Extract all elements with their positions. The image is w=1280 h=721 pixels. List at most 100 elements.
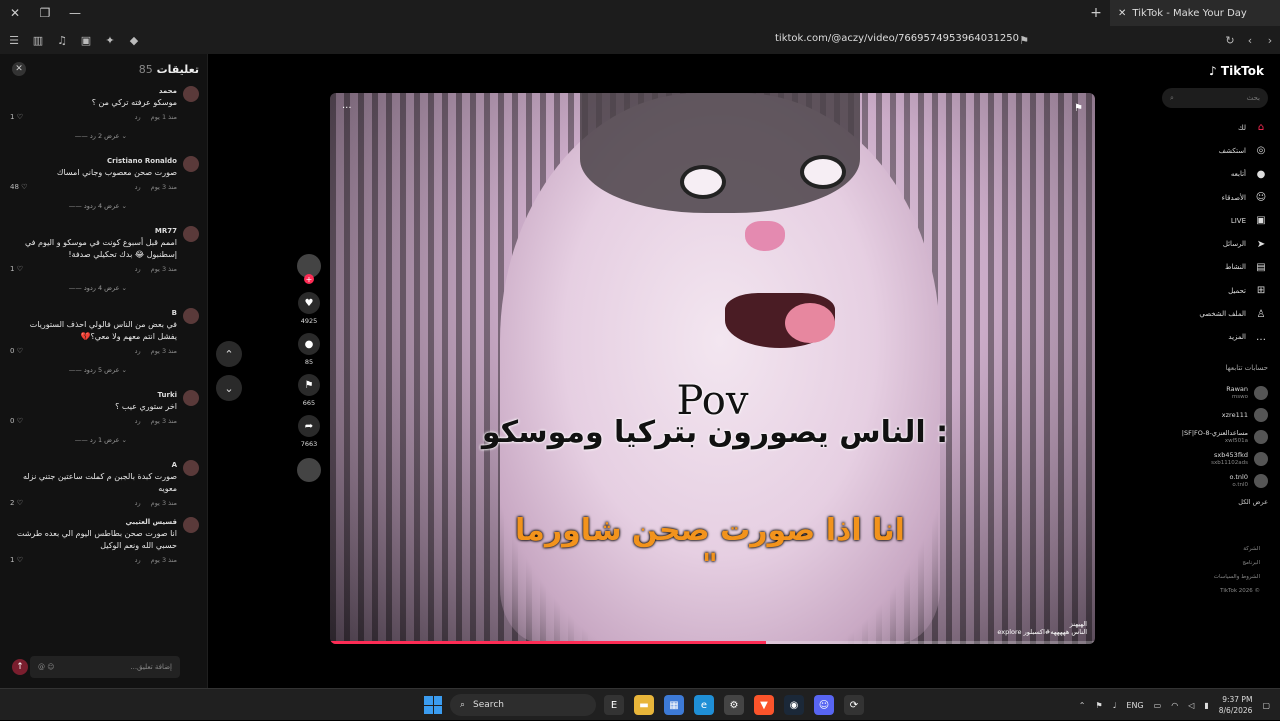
commenter-name[interactable]: B	[8, 308, 177, 319]
commenter-avatar[interactable]	[183, 460, 199, 476]
language-indicator[interactable]: ENG	[1126, 701, 1143, 710]
comment-like-button[interactable]: 0 ♡	[10, 346, 23, 357]
comment-button[interactable]: ●	[298, 333, 320, 355]
mic-icon[interactable]: ♩	[1113, 701, 1117, 710]
reply-link[interactable]: رد	[135, 555, 141, 566]
comment-like-button[interactable]: 1 ♡	[10, 264, 23, 275]
music-icon[interactable]: ♫	[52, 30, 72, 50]
close-comments-icon[interactable]: ✕	[12, 62, 26, 76]
epic-games-icon[interactable]: E	[604, 695, 624, 715]
volume-icon[interactable]: ◁	[1188, 701, 1194, 710]
vpn-icon[interactable]: ⚑	[1095, 701, 1102, 710]
close-tab-icon[interactable]: ✕	[1118, 8, 1126, 19]
wifi-icon[interactable]: ◠	[1171, 701, 1178, 710]
follow-plus-icon[interactable]: +	[304, 274, 314, 284]
sidebar-item-compass[interactable]: ◎استكشف	[1158, 139, 1268, 162]
commenter-avatar[interactable]	[183, 308, 199, 324]
commenter-name[interactable]: MR77	[8, 226, 177, 237]
sidebar-item-friends[interactable]: ☺الأصدقاء	[1158, 186, 1268, 209]
previous-video-button[interactable]: ⌃	[216, 341, 242, 367]
reply-link[interactable]: رد	[135, 416, 141, 427]
footer-link[interactable]: الشركة	[1214, 542, 1260, 556]
bookmark-icon[interactable]: ⚑	[1014, 30, 1034, 50]
commenter-name[interactable]: قسيس العتيبي	[8, 517, 177, 528]
steam-icon[interactable]: ◉	[784, 695, 804, 715]
comment-like-button[interactable]: 2 ♡	[10, 498, 23, 509]
view-replies-link[interactable]: ⌄ عرض 5 ردود ——	[8, 365, 127, 376]
brave-icon[interactable]: ▼	[754, 695, 774, 715]
discord-icon[interactable]: ☺	[814, 695, 834, 715]
clock[interactable]: 9:37 PM 8/6/2026	[1219, 694, 1253, 716]
minimize-window-icon[interactable]: —	[60, 0, 90, 26]
following-account[interactable]: o.tnl0o.tnl0	[1152, 470, 1268, 492]
commenter-name[interactable]: A	[8, 460, 177, 471]
video-more-icon[interactable]: ···	[342, 103, 352, 114]
sidebar-item-following[interactable]: ●أتابعه	[1158, 163, 1268, 186]
creator-avatar[interactable]: +	[297, 254, 321, 278]
view-replies-link[interactable]: ⌄ عرض 4 ردود ——	[8, 283, 127, 294]
video-flag-icon[interactable]: ⚑	[1074, 103, 1083, 114]
settings-icon[interactable]: ⚙	[724, 695, 744, 715]
url-bar[interactable]: tiktok.com/@aczy/video/76695749539640312…	[775, 33, 1019, 44]
tiktok-logo[interactable]: ♪ TikTok	[1209, 64, 1264, 78]
notifications-icon[interactable]: ▢	[1262, 701, 1270, 710]
view-replies-link[interactable]: ⌄ عرض 2 رد ——	[8, 131, 127, 142]
comment-like-button[interactable]: 48 ♡	[10, 182, 27, 193]
sidebar-item-profile[interactable]: ♙الملف الشخصي	[1158, 302, 1268, 325]
extensions-icon[interactable]: ✦	[100, 30, 120, 50]
sidebar-icon[interactable]: ▥	[28, 30, 48, 50]
following-account[interactable]: xzre111	[1152, 404, 1268, 426]
shield-icon[interactable]: ◆	[124, 30, 144, 50]
battery-icon[interactable]: ▮	[1204, 701, 1208, 710]
reply-link[interactable]: رد	[135, 264, 141, 275]
comment-input[interactable]: إضافة تعليق... ☺ @	[30, 656, 180, 678]
sidebar-item-more[interactable]: …المزيد	[1158, 326, 1268, 349]
taskbar-search[interactable]: ⌕ Search	[450, 694, 596, 716]
reply-link[interactable]: رد	[135, 112, 141, 123]
app-icon[interactable]: ⟳	[844, 695, 864, 715]
new-tab-button[interactable]: +	[1084, 0, 1108, 26]
footer-link[interactable]: البرنامج	[1214, 556, 1260, 570]
comment-like-button[interactable]: 1 ♡	[10, 555, 23, 566]
commenter-name[interactable]: Cristiano Ronaldo	[8, 156, 177, 167]
share-button[interactable]: ➦	[298, 415, 320, 437]
sound-avatar[interactable]	[297, 458, 321, 482]
reload-icon[interactable]: ↻	[1220, 30, 1240, 50]
comment-like-button[interactable]: 1 ♡	[10, 112, 23, 123]
edge-icon[interactable]: e	[694, 695, 714, 715]
save-button[interactable]: ⚑	[298, 374, 320, 396]
see-all-link[interactable]: عرض الكل	[1152, 498, 1268, 506]
footer-link[interactable]: الشروط والسياسات	[1214, 570, 1260, 584]
close-window-icon[interactable]: ✕	[0, 0, 30, 26]
browser-tab[interactable]: ✕ TikTok - Make Your Day	[1110, 0, 1280, 26]
commenter-avatar[interactable]	[183, 390, 199, 406]
back-icon[interactable]: ‹	[1240, 30, 1260, 50]
sidebar-item-home[interactable]: ⌂لك	[1158, 116, 1268, 139]
tray-chevron-icon[interactable]: ⌃	[1079, 701, 1086, 710]
sidebar-item-upload[interactable]: ⊞تحميل	[1158, 279, 1268, 302]
commenter-avatar[interactable]	[183, 86, 199, 102]
sidebar-item-live[interactable]: ▣LIVE	[1158, 209, 1268, 232]
restore-window-icon[interactable]: ❐	[30, 0, 60, 26]
display-icon[interactable]: ▭	[1154, 701, 1162, 710]
sidebar-item-messages[interactable]: ➤الرسائل	[1158, 232, 1268, 255]
video-progress-bar[interactable]	[330, 641, 1095, 644]
forward-icon[interactable]: ›	[1260, 30, 1280, 50]
reply-link[interactable]: رد	[135, 498, 141, 509]
search-input[interactable]: بحث ⌕	[1162, 88, 1268, 108]
like-button[interactable]: ♥	[298, 292, 320, 314]
commenter-name[interactable]: محمد	[8, 86, 177, 97]
wallet-icon[interactable]: ▣	[76, 30, 96, 50]
menu-icon[interactable]: ☰	[4, 30, 24, 50]
view-replies-link[interactable]: ⌄ عرض 1 رد ——	[8, 435, 127, 446]
commenter-name[interactable]: Turki	[8, 390, 177, 401]
sidebar-item-activity[interactable]: ▤النشاط	[1158, 256, 1268, 279]
reply-link[interactable]: رد	[135, 346, 141, 357]
commenter-avatar[interactable]	[183, 226, 199, 242]
footer-link[interactable]: © TikTok 2026	[1214, 584, 1260, 598]
post-comment-button[interactable]: ↑	[12, 659, 28, 675]
following-account[interactable]: sxb453fkdsxb11102ads	[1152, 448, 1268, 470]
video-player[interactable]: Pov الناس يصورون بتركيا وموسكو : انا اذا…	[330, 93, 1095, 644]
file-explorer-icon[interactable]: ▬	[634, 695, 654, 715]
start-icon[interactable]	[424, 696, 442, 714]
